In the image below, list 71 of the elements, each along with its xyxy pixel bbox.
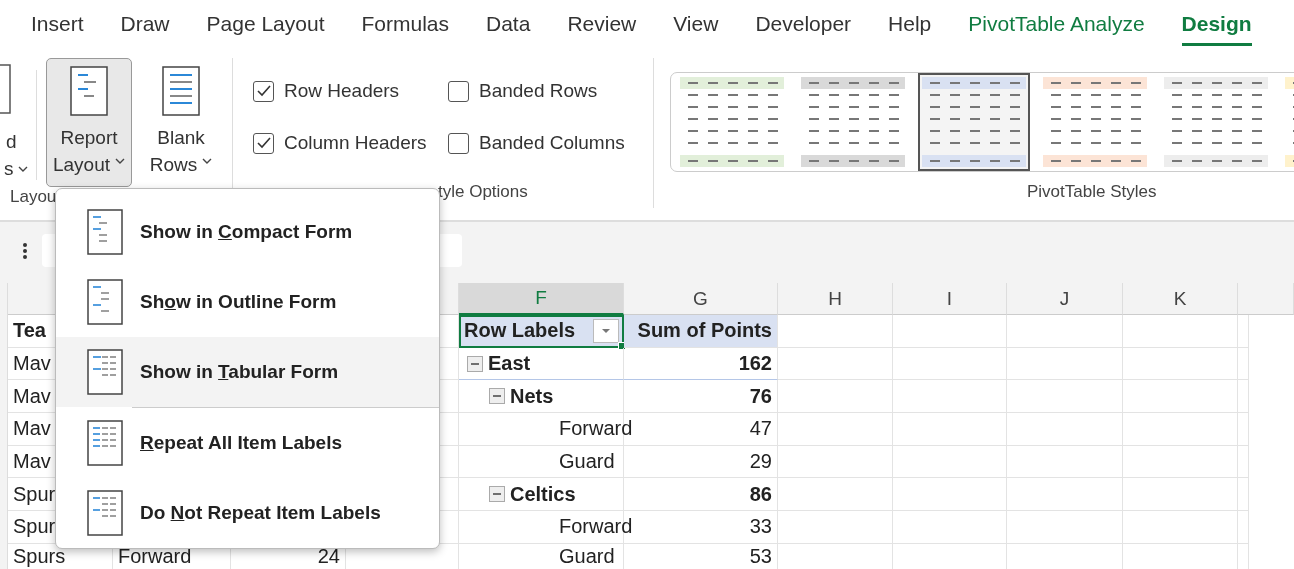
ribbon-tab[interactable]: Draw: [120, 6, 170, 46]
column-header[interactable]: F: [459, 283, 624, 315]
footer-band: [1285, 155, 1294, 167]
pivot-header-cell[interactable]: Row Labels: [459, 315, 624, 348]
table-cell: [1238, 478, 1249, 512]
menu-item[interactable]: Show in Tabular Form: [56, 337, 439, 407]
row-label: Forward: [558, 417, 633, 441]
checkbox[interactable]: Column Headers: [253, 132, 448, 154]
caret-icon: [115, 157, 125, 164]
ribbon-tab[interactable]: Review: [567, 6, 637, 46]
table-cell: 29: [624, 445, 778, 479]
ribbon-tab[interactable]: Data: [486, 6, 531, 46]
layout-icon: [162, 66, 200, 116]
checkmark-icon: [256, 137, 271, 149]
row-header[interactable]: [0, 543, 8, 569]
caret-icon: [17, 165, 28, 172]
group-label: Layou: [9, 187, 58, 208]
row-label: East: [488, 352, 531, 376]
ribbon-tab[interactable]: Help: [888, 6, 932, 46]
pivot-header-cell: Sum of Points: [624, 315, 778, 348]
checkmark-icon: [256, 85, 271, 97]
ribbon-tab[interactable]: Page Layout: [206, 6, 325, 46]
table-cell: [1238, 347, 1249, 381]
collapse-icon[interactable]: [489, 388, 505, 405]
layout-icon: [87, 490, 123, 536]
table-cell: 76: [624, 380, 778, 414]
style-thumbnail[interactable]: [918, 73, 1030, 171]
column-header[interactable]: [1238, 283, 1294, 315]
row-label: Forward: [558, 515, 633, 539]
ribbon-tab[interactable]: Insert: [31, 6, 84, 46]
ribbon-tab[interactable]: Design: [1181, 6, 1252, 46]
more-icon[interactable]: [22, 241, 28, 260]
table-cell: [1238, 511, 1249, 544]
column-header[interactable]: J: [1007, 283, 1123, 315]
filter-dropdown-icon[interactable]: [593, 318, 619, 343]
ribbon-tab[interactable]: Developer: [755, 6, 852, 46]
column-header[interactable]: H: [778, 283, 893, 315]
ribbon-tab[interactable]: PivotTable Analyze: [968, 6, 1145, 46]
collapse-icon[interactable]: [489, 486, 505, 503]
ribbon-button[interactable]: Blank Rows: [138, 58, 224, 187]
column-label: Row Labels: [464, 319, 576, 343]
menu-item[interactable]: Show in Compact Form: [56, 197, 439, 267]
table-cell: 53: [624, 543, 778, 569]
table-cell: 86: [624, 478, 778, 512]
row-label: Guard: [558, 544, 615, 568]
collapse-icon[interactable]: [467, 355, 483, 372]
table-cell: [1238, 315, 1249, 348]
ribbon-tab[interactable]: Formulas: [361, 6, 449, 46]
ribbon-button[interactable]: Report Layout: [46, 58, 132, 187]
ribbon-button[interactable]: d s: [0, 58, 36, 182]
column-header[interactable]: K: [1123, 283, 1238, 315]
ribbon-tab[interactable]: View: [673, 6, 719, 46]
row-label: Guard: [558, 450, 615, 474]
caret-icon: [202, 157, 213, 164]
row-label: Nets: [510, 384, 554, 408]
column-header[interactable]: I: [893, 283, 1007, 315]
layout-icon: [87, 209, 123, 255]
row-label: Celtics: [510, 482, 576, 506]
checkbox[interactable]: Banded Rows: [448, 80, 648, 102]
checkbox[interactable]: Row Headers: [253, 80, 448, 102]
layout-icon: [87, 420, 123, 466]
layout-icon: [87, 349, 123, 395]
table-cell: [1238, 380, 1249, 414]
group-label: tyle Options: [437, 182, 529, 203]
layout-icon: [87, 279, 123, 325]
group-label: PivotTable Styles: [1026, 182, 1158, 203]
table-cell: [1238, 413, 1249, 446]
checkbox[interactable]: Banded Columns: [448, 132, 648, 154]
table-cell: [1238, 445, 1249, 479]
layout-icon: [70, 66, 108, 116]
table-cell: 162: [624, 347, 778, 381]
